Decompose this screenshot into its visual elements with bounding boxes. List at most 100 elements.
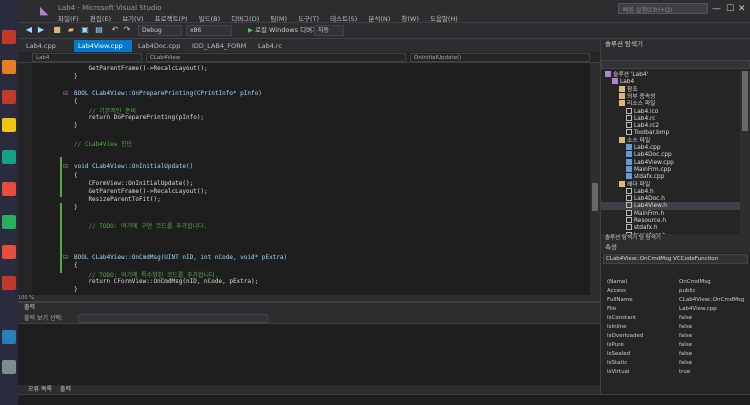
code-line: void CLab4View::OnInitialUpdate(): [74, 163, 194, 171]
menu-debug[interactable]: 디버그(D): [231, 15, 259, 23]
project-dropdown[interactable]: Lab4: [32, 53, 142, 62]
folder-icon: [619, 180, 625, 187]
window-title: Lab4 - Microsoft Visual Studio: [58, 4, 162, 12]
solution-search-input[interactable]: [601, 60, 750, 69]
scroll-thumb[interactable]: [592, 183, 598, 211]
solution-scrollbar[interactable]: [740, 71, 750, 242]
file-icon: [626, 195, 632, 202]
tree-item-label: 헤더 파일: [627, 181, 651, 188]
code-line: }: [74, 204, 78, 212]
menu-window[interactable]: 창(W): [401, 15, 418, 23]
solution-bottom-tabs[interactable]: 솔루션 탐색기 팀 탐색기: [601, 234, 750, 242]
menu-tools[interactable]: 도구(T): [298, 15, 319, 23]
tab-lab4-cpp[interactable]: Lab4.cpp: [22, 40, 72, 52]
redo-icon[interactable]: ↷: [122, 25, 132, 35]
collapse-icon[interactable]: ⊟: [63, 90, 68, 97]
menu-view[interactable]: 보기(V): [122, 15, 143, 23]
property-row[interactable]: File Lab4View.cpp: [601, 305, 750, 313]
run-debugger-button[interactable]: ▶ 로컬 Windows 디버거: [248, 25, 318, 36]
menu-analyze[interactable]: 분석(N): [368, 15, 390, 23]
desktop-app-icon[interactable]: [2, 245, 16, 259]
menu-edit[interactable]: 편집(E): [90, 15, 111, 23]
desktop-app-icon[interactable]: [2, 360, 16, 374]
property-value: public: [679, 288, 696, 294]
save-all-icon[interactable]: ▤: [94, 25, 104, 35]
tab-lab4-rc[interactable]: Lab4.rc: [254, 40, 294, 52]
property-name: IsVirtual: [607, 369, 630, 375]
file-icon: [626, 202, 632, 209]
tree-item-label: 소스 파일: [627, 137, 651, 144]
tree-item-label: Lab4Doc.h: [634, 196, 665, 203]
collapse-icon[interactable]: ⊟: [63, 163, 68, 170]
property-row[interactable]: Access public: [601, 287, 750, 295]
desktop-app-icon[interactable]: [2, 30, 16, 44]
property-row[interactable]: FullName CLab4View::OnCmdMsg: [601, 296, 750, 304]
scope-dropdown[interactable]: CLab4View: [146, 53, 406, 62]
back-icon[interactable]: ◀: [24, 25, 34, 35]
tree-item-label: 참조: [627, 86, 638, 93]
auto-select[interactable]: 자동: [314, 25, 344, 36]
desktop-app-icon[interactable]: [2, 330, 16, 344]
desktop-app-icon[interactable]: [2, 276, 16, 290]
menu-test[interactable]: 테스트(S): [330, 15, 357, 23]
tab-output[interactable]: 출력: [60, 386, 71, 393]
save-icon[interactable]: ▣: [80, 25, 90, 35]
new-project-icon[interactable]: ■: [52, 25, 62, 35]
platform-select[interactable]: x86: [186, 25, 232, 36]
code-line: }: [74, 122, 78, 130]
folder-icon: [619, 136, 625, 143]
menu-team[interactable]: 팀(M): [270, 15, 287, 23]
property-row[interactable]: IsSealed false: [601, 350, 750, 358]
desktop-app-icon[interactable]: [2, 215, 16, 229]
property-row[interactable]: IsVirtual true: [601, 368, 750, 376]
scroll-thumb[interactable]: [742, 71, 748, 131]
collapse-icon[interactable]: ⊟: [63, 254, 68, 261]
code-editor[interactable]: GetParentFrame()->RecalcLayout();} BOOL C…: [18, 63, 600, 301]
forward-icon[interactable]: ▶: [36, 25, 46, 35]
undo-icon[interactable]: ↶: [110, 25, 120, 35]
properties-object-select[interactable]: CLab4View::OnCmdMsg VCCodeFunction: [603, 254, 748, 264]
output-panel: 출력 출력 보기 선택:: [18, 301, 600, 385]
maximize-button[interactable]: ☐: [726, 4, 734, 14]
tab-lab4doc-cpp[interactable]: Lab4Doc.cpp: [134, 40, 186, 52]
file-icon: [626, 224, 632, 231]
tab-idd-lab4-form[interactable]: IDD_LAB4_FORM: [188, 40, 252, 52]
editor-vertical-scrollbar[interactable]: [590, 63, 600, 301]
desktop-app-icon[interactable]: [2, 90, 16, 104]
property-row[interactable]: IsOverloaded false: [601, 332, 750, 340]
menu-build[interactable]: 빌드(B): [199, 15, 221, 23]
property-row[interactable]: IsInline false: [601, 323, 750, 331]
tree-item-label: stdafx.h: [634, 225, 658, 232]
quick-launch-input[interactable]: 빠른 실행(Ctrl+Q): [618, 3, 708, 14]
file-icon: [626, 129, 632, 136]
output-source-select[interactable]: [78, 314, 268, 323]
code-line: }: [74, 286, 78, 294]
property-row[interactable]: IsPure false: [601, 341, 750, 349]
file-icon: [626, 187, 632, 194]
minimize-button[interactable]: —: [712, 4, 721, 14]
desktop-app-icon[interactable]: [2, 150, 16, 164]
code-line: }: [74, 73, 78, 81]
file-icon: [626, 173, 632, 180]
desktop-app-icon[interactable]: [2, 118, 16, 132]
property-row[interactable]: IsStatic false: [601, 359, 750, 367]
tab-lab4view-cpp[interactable]: Lab4View.cpp: [74, 40, 132, 52]
title-bar: ◣ Lab4 - Microsoft Visual Studio 파일(F) 편…: [18, 0, 750, 23]
configuration-select[interactable]: Debug: [138, 25, 182, 36]
menu-file[interactable]: 파일(F): [58, 15, 79, 23]
desktop-app-icon[interactable]: [2, 60, 16, 74]
code-line: return CFormView::OnCmdMsg(nID, nCode, p…: [74, 278, 259, 286]
menu-help[interactable]: 도움말(H): [430, 15, 458, 23]
close-button[interactable]: ✕: [738, 4, 746, 14]
menu-bar: 파일(F) 편집(E) 보기(V) 프로젝트(P) 빌드(B) 디버그(D) 팀…: [58, 13, 467, 23]
property-row[interactable]: IsConstant false: [601, 314, 750, 322]
property-value: false: [679, 342, 693, 348]
bottom-panel-tabs: 오류 목록 출력: [18, 385, 600, 394]
member-dropdown[interactable]: OnInitialUpdate(): [410, 53, 590, 62]
menu-project[interactable]: 프로젝트(P): [155, 15, 188, 23]
file-icon: [626, 151, 632, 158]
desktop-app-icon[interactable]: [2, 182, 16, 196]
tab-error-list[interactable]: 오류 목록: [28, 386, 52, 393]
open-icon[interactable]: ▰: [66, 25, 76, 35]
property-row[interactable]: (Name) OnCmdMsg: [601, 278, 750, 286]
